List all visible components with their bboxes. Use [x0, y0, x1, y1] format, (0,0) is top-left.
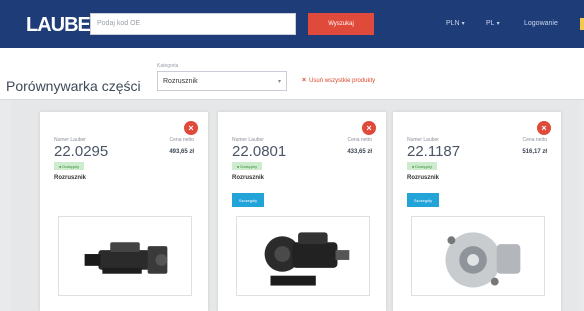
price: 493,65 zł: [169, 149, 194, 155]
details-button[interactable]: Szczegóły: [407, 193, 439, 207]
currency-label: PLN: [446, 20, 460, 27]
starter-image: [445, 232, 521, 288]
language-dropdown[interactable]: PL ▾: [486, 20, 500, 27]
part-number[interactable]: 22.1187: [407, 143, 460, 160]
search-input[interactable]: Podaj kod OE: [90, 13, 296, 35]
check-icon: ●: [58, 163, 62, 169]
product-image[interactable]: [411, 216, 545, 296]
cart-icon[interactable]: [580, 18, 584, 30]
top-header: LAUBER Podaj kod OE Wyszukaj PLN ▾ PL ▾ …: [0, 0, 584, 48]
part-number[interactable]: 22.0295: [54, 143, 108, 160]
remove-all-button[interactable]: × Usuń wszystkie produkty: [302, 77, 375, 84]
starter-image: [84, 242, 168, 274]
price-label: Cena netto: [347, 137, 372, 143]
close-icon[interactable]: ×: [537, 121, 551, 135]
product-name: Rozrusznik: [232, 175, 265, 181]
close-icon: ×: [302, 77, 307, 84]
product-image[interactable]: [236, 216, 370, 296]
details-button[interactable]: Szczegóły: [232, 193, 264, 207]
close-icon[interactable]: ×: [184, 121, 198, 135]
search-button[interactable]: Wyszukaj: [308, 13, 374, 35]
availability-badge: ● Dostępny: [232, 162, 262, 170]
category-select[interactable]: Rozrusznik ▾: [157, 71, 287, 91]
availability-badge: ● Dostępny: [407, 162, 437, 170]
product-card: × Numer Lauber Cena netto 22.1187 516,17…: [393, 112, 561, 311]
currency-dropdown[interactable]: PLN ▾: [446, 20, 465, 27]
login-label: Logowanie: [524, 20, 558, 27]
language-label: PL: [486, 20, 495, 27]
price: 433,65 zł: [347, 149, 372, 155]
category-label: Kategoria: [157, 63, 179, 69]
part-number[interactable]: 22.0801: [232, 143, 286, 160]
product-card: × Numer Lauber Cena netto 22.0801 433,65…: [218, 112, 386, 311]
price-label: Cena netto: [169, 137, 194, 143]
chevron-down-icon: ▾: [461, 21, 465, 27]
price: 516,17 zł: [522, 149, 547, 155]
chevron-down-icon: ▾: [496, 21, 500, 27]
check-icon: ●: [411, 163, 415, 169]
product-image[interactable]: [58, 216, 192, 296]
category-value: Rozrusznik: [163, 77, 198, 85]
chevron-down-icon: ▾: [277, 78, 281, 85]
price-label: Cena netto: [522, 137, 547, 143]
page-title: Porównywarka części: [6, 78, 141, 94]
starter-image: [264, 232, 350, 286]
availability-badge: ● Dostępny: [54, 162, 84, 170]
product-card: × Numer Lauber Cena netto 22.0295 493,65…: [40, 112, 208, 311]
remove-all-label: Usuń wszystkie produkty: [309, 77, 376, 84]
product-name: Rozrusznik: [54, 175, 87, 181]
close-icon[interactable]: ×: [362, 121, 376, 135]
login-link[interactable]: Logowanie: [524, 20, 558, 27]
check-icon: ●: [236, 163, 240, 169]
product-name: Rozrusznik: [407, 175, 440, 181]
